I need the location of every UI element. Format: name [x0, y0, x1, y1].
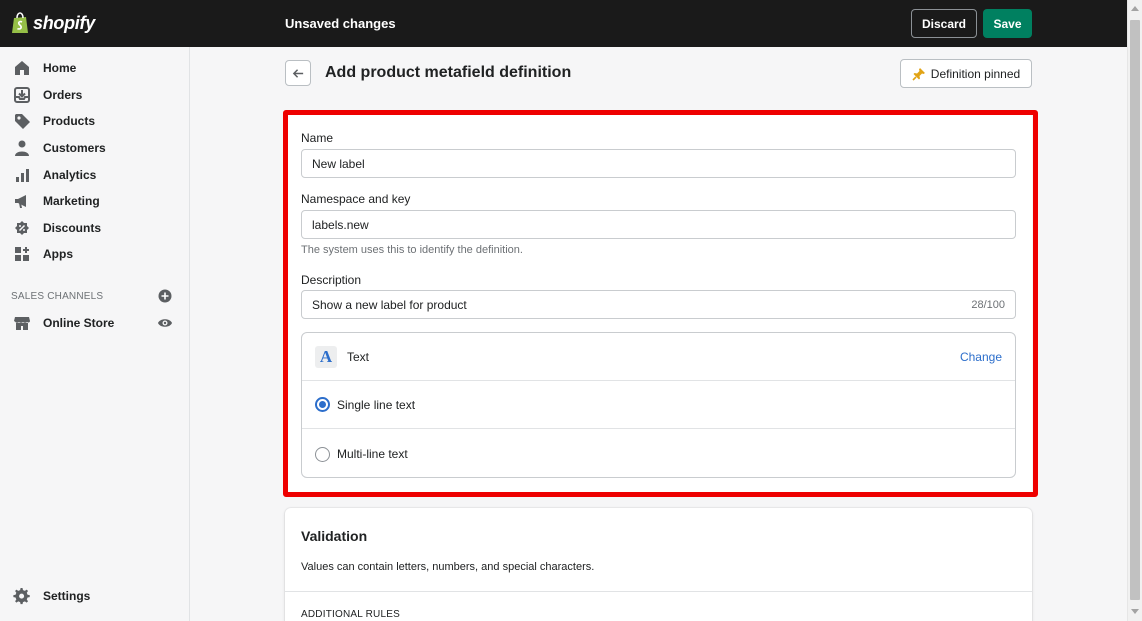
sidebar-item-apps[interactable]: Apps [13, 244, 73, 264]
sidebar-item-analytics[interactable]: Analytics [13, 165, 96, 185]
sidebar-item-settings[interactable]: Settings [13, 586, 90, 606]
eye-icon[interactable] [157, 316, 173, 330]
back-button[interactable] [285, 60, 311, 86]
megaphone-icon [15, 195, 26, 208]
shopify-bag-icon [12, 12, 28, 33]
sidebar-item-discounts[interactable]: Discounts [13, 218, 101, 238]
additional-rules-heading: ADDITIONAL RULES [301, 609, 400, 620]
validation-description: Values can contain letters, numbers, and… [301, 561, 595, 573]
single-line-label: Single line text [337, 397, 416, 412]
multi-line-label: Multi-line text [337, 447, 408, 461]
definition-pinned-button[interactable]: Definition pinned [900, 59, 1032, 88]
top-bar: shopify Unsaved changes Discard Save [0, 0, 1127, 47]
sidebar-item-label: Online Store [43, 316, 115, 330]
text-type-icon: A [315, 345, 337, 368]
description-label: Description [301, 273, 362, 287]
namespace-key-label: Namespace and key [301, 192, 411, 206]
validation-card: Validation Values can contain letters, n… [285, 508, 1032, 621]
scroll-up-arrow-icon[interactable] [1131, 6, 1139, 11]
arrow-left-icon [292, 68, 303, 78]
brand-name: shopify [33, 12, 95, 33]
namespace-key-value: labels.new [312, 217, 369, 232]
name-field[interactable]: New label [301, 149, 1016, 178]
tag-icon [15, 114, 30, 129]
sidebar-item-label: Home [43, 61, 77, 75]
sales-channels-heading: SALES CHANNELS [11, 291, 104, 302]
description-field[interactable]: Show a new label for product 28/100 [301, 290, 1016, 319]
name-label: Name [301, 131, 334, 145]
pin-icon [912, 67, 925, 81]
multi-line-radio[interactable] [315, 446, 330, 462]
discount-icon [15, 221, 29, 235]
sidebar-item-label: Apps [43, 247, 73, 261]
sidebar-item-home[interactable]: Home [13, 58, 76, 78]
sidebar-item-label: Marketing [43, 194, 100, 208]
namespace-key-field[interactable]: labels.new [301, 210, 1016, 239]
name-value: New label [312, 156, 365, 171]
orders-icon [14, 87, 30, 103]
gear-icon [13, 587, 30, 605]
option-multi-line[interactable]: Multi-line text [302, 430, 1015, 478]
sidebar-item-orders[interactable]: Orders [13, 85, 82, 105]
sidebar-item-label: Customers [43, 141, 106, 155]
sidebar-item-customers[interactable]: Customers [13, 138, 106, 158]
person-icon [15, 140, 29, 156]
scroll-down-arrow-icon[interactable] [1131, 609, 1139, 614]
page-title: Add product metafield definition [325, 64, 572, 81]
apps-icon [15, 247, 29, 261]
sidebar-item-marketing[interactable]: Marketing [13, 191, 100, 211]
namespace-key-help: The system uses this to identify the def… [301, 244, 523, 256]
bar-chart-icon [16, 169, 29, 182]
home-icon [15, 61, 29, 75]
change-type-link[interactable]: Change [960, 350, 1002, 364]
shopify-logo[interactable]: shopify [11, 12, 95, 34]
main-content: Add product metafield definition Definit… [190, 47, 1127, 621]
unsaved-changes-title: Unsaved changes [285, 16, 396, 31]
divider [285, 591, 1032, 592]
validation-title: Validation [301, 528, 368, 544]
description-value: Show a new label for product [312, 297, 467, 312]
sidebar-item-label: Orders [43, 88, 83, 102]
sidebar-item-label: Products [43, 114, 96, 128]
scroll-thumb[interactable] [1130, 20, 1140, 600]
sidebar: Home Orders Products Customers Analytics… [0, 47, 190, 621]
discard-button[interactable]: Discard [911, 9, 977, 38]
type-name: Text [347, 349, 370, 364]
sidebar-item-label: Analytics [43, 168, 97, 182]
save-button[interactable]: Save [983, 9, 1032, 38]
sidebar-item-products[interactable]: Products [13, 111, 95, 131]
type-header-row: A Text Change [302, 333, 1015, 381]
sidebar-item-label: Discounts [43, 221, 102, 235]
sidebar-item-label: Settings [43, 589, 91, 603]
type-selector: A Text Change Single line text Multi-lin… [301, 332, 1016, 478]
sidebar-item-online-store[interactable]: Online Store [13, 313, 114, 333]
store-icon [14, 317, 30, 330]
add-sales-channel-icon[interactable] [158, 289, 172, 303]
option-single-line[interactable]: Single line text [302, 381, 1015, 429]
page-scrollbar[interactable] [1127, 0, 1142, 621]
single-line-radio[interactable] [315, 397, 330, 412]
character-counter: 28/100 [971, 299, 1005, 311]
definition-pinned-label: Definition pinned [930, 66, 1021, 81]
